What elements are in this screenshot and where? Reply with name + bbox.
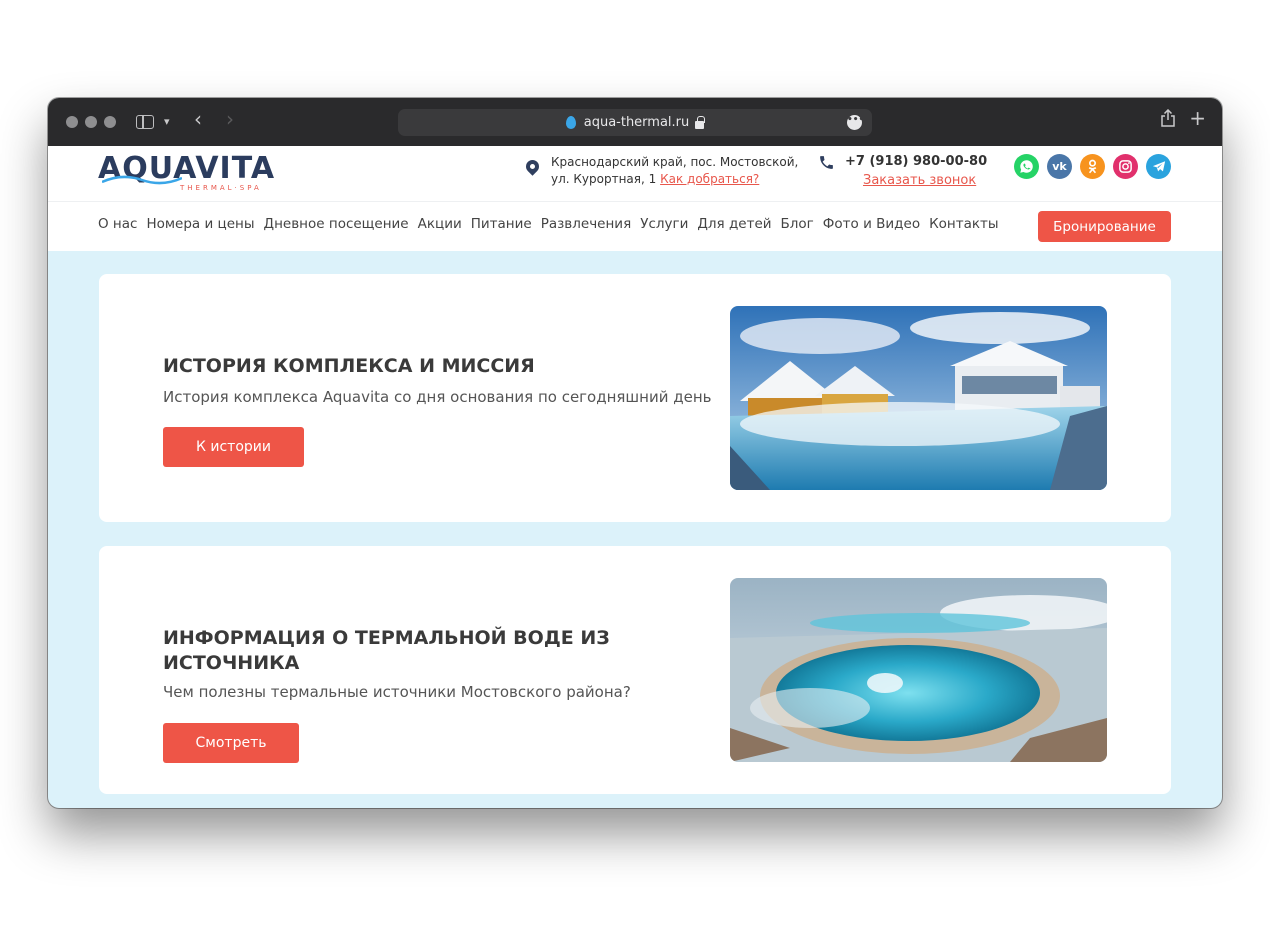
address-block: Краснодарский край, пос. Мостовской, ул.… [523,154,798,188]
resort-pool-image [730,306,1107,490]
nav-item-photo-video[interactable]: Фото и Видео [823,216,920,232]
address-text: Краснодарский край, пос. Мостовской, ул.… [551,154,798,188]
address-line-1: Краснодарский край, пос. Мостовской, [551,155,799,169]
nav-item-food[interactable]: Питание [471,216,532,232]
booking-button[interactable]: Бронирование [1038,211,1171,242]
share-icon[interactable] [1160,108,1176,133]
nav-item-blog[interactable]: Блог [781,216,814,232]
address-line-2: ул. Курортная, 1 [551,172,657,186]
whatsapp-icon[interactable] [1014,154,1039,179]
history-card-title: ИСТОРИЯ КОМПЛЕКСА И МИССИЯ [163,355,535,377]
back-arrow-icon[interactable]: ‹ [194,108,202,130]
history-card: ИСТОРИЯ КОМПЛЕКСА И МИССИЯ История компл… [99,274,1171,522]
logo-swoosh-icon [102,175,182,185]
main-navigation: О нас Номера и цены Дневное посещение Ак… [48,201,1222,251]
thermal-water-card: ИНФОРМАЦИЯ О ТЕРМАЛЬНОЙ ВОДЕ ИЗ ИСТОЧНИК… [99,546,1171,794]
vk-icon[interactable]: vk [1047,154,1072,179]
sidebar-toggle-icon[interactable] [136,115,154,129]
browser-toolbar: ▾ ‹ › aqua-thermal.ru ••• + [48,98,1222,146]
location-pin-icon [523,157,542,176]
nav-item-services[interactable]: Услуги [640,216,688,232]
nav-item-about[interactable]: О нас [98,216,137,232]
maximize-window-button[interactable] [104,116,116,128]
social-links: vk [1014,154,1171,179]
phone-number[interactable]: +7 (918) 980-00-80 [845,154,987,169]
nav-item-contacts[interactable]: Контакты [929,216,998,232]
site-header: AQUAVITA THERMAL·SPA Краснодарский край,… [48,146,1222,201]
window-controls [66,116,116,128]
odnoklassniki-icon[interactable] [1080,154,1105,179]
site-logo[interactable]: AQUAVITA THERMAL·SPA [98,151,275,192]
view-button[interactable]: Смотреть [163,723,299,763]
history-card-description: История комплекса Aquavita со дня основа… [163,388,712,406]
nav-item-entertainment[interactable]: Развлечения [541,216,632,232]
telegram-icon[interactable] [1146,154,1171,179]
close-window-button[interactable] [66,116,78,128]
nav-menu: О нас Номера и цены Дневное посещение Ак… [98,216,999,232]
minimize-window-button[interactable] [85,116,97,128]
thermal-water-title-line-1: ИНФОРМАЦИЯ О ТЕРМАЛЬНОЙ ВОДЕ ИЗ [163,627,610,649]
nav-item-day-visit[interactable]: Дневное посещение [264,216,409,232]
thermal-water-title-line-2: ИСТОЧНИКА [163,652,300,674]
directions-link[interactable]: Как добраться? [660,172,759,186]
history-button[interactable]: К истории [163,427,304,467]
logo-subtitle: THERMAL·SPA [180,184,262,192]
callback-link[interactable]: Заказать звонок [863,173,976,188]
address-bar[interactable]: aqua-thermal.ru ••• [398,109,872,136]
site-favicon-icon [565,116,576,129]
thermal-spring-image [730,578,1107,762]
new-tab-icon[interactable]: + [1189,107,1206,129]
nav-item-rooms-prices[interactable]: Номера и цены [146,216,254,232]
nav-item-promotions[interactable]: Акции [418,216,462,232]
browser-window: ▾ ‹ › aqua-thermal.ru ••• + AQUAVITA THE… [48,98,1222,808]
thermal-water-card-description: Чем полезны термальные источники Мостовс… [163,683,631,701]
more-options-icon[interactable]: ••• [847,115,864,130]
chevron-down-icon[interactable]: ▾ [164,111,170,133]
url-text: aqua-thermal.ru [583,115,690,130]
nav-item-kids[interactable]: Для детей [697,216,771,232]
forward-arrow-icon[interactable]: › [226,108,234,130]
phone-icon [820,156,833,169]
lock-icon [695,115,705,129]
thermal-water-card-title: ИНФОРМАЦИЯ О ТЕРМАЛЬНОЙ ВОДЕ ИЗ ИСТОЧНИК… [163,626,610,676]
instagram-icon[interactable] [1113,154,1138,179]
